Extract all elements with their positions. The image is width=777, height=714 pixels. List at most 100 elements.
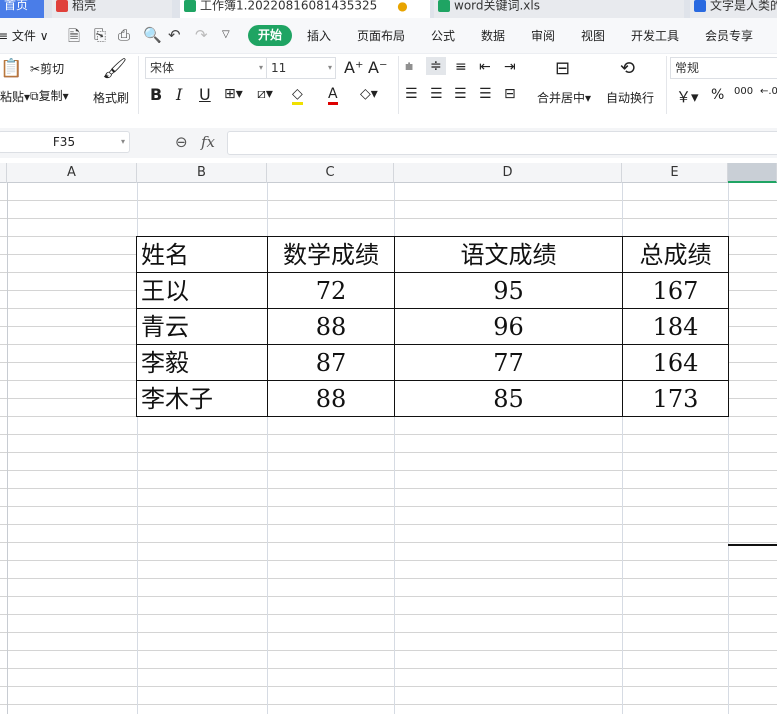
table-row: 青云 88 96 184 xyxy=(136,308,729,345)
save-icon[interactable]: 🗎 xyxy=(68,26,80,51)
cell-total[interactable]: 164 xyxy=(622,344,729,381)
cut-button[interactable]: ✂剪切 xyxy=(30,60,64,77)
redo-icon[interactable]: ↷ xyxy=(195,26,208,44)
chevron-down-icon: ▾ xyxy=(120,137,125,146)
align-right-icon[interactable]: ☰ xyxy=(454,86,467,102)
font-value: 宋体 xyxy=(150,61,175,75)
merge-icon[interactable]: ⊟ xyxy=(555,58,570,79)
format-painter-icon[interactable]: 🖌 xyxy=(102,56,127,80)
name-box[interactable]: F35 ▾ xyxy=(0,131,130,153)
column-header-e[interactable]: E xyxy=(622,163,728,183)
cell-math[interactable]: 87 xyxy=(267,344,395,381)
number-format-select[interactable]: 常规 xyxy=(670,57,777,79)
chevron-down-icon: ▾ xyxy=(258,63,263,72)
cell-name[interactable]: 青云 xyxy=(136,308,268,345)
justify-icon[interactable]: ☰ xyxy=(479,86,492,102)
copy-button[interactable]: ⧉复制▾ xyxy=(30,87,69,104)
increase-font-icon[interactable]: A⁺ xyxy=(344,58,363,77)
tab-page-layout[interactable]: 页面布局 xyxy=(357,27,405,44)
cell-math[interactable]: 88 xyxy=(267,380,395,417)
align-bottom-icon[interactable]: ≡ xyxy=(455,59,467,75)
tab-review[interactable]: 审阅 xyxy=(531,27,555,44)
header-chinese[interactable]: 语文成绩 xyxy=(394,236,623,273)
bold-icon[interactable]: B xyxy=(150,85,162,104)
align-top-icon[interactable]: ⩧ xyxy=(405,59,413,75)
tab-home[interactable]: 首页 xyxy=(0,0,44,18)
cell-total[interactable]: 167 xyxy=(622,272,729,309)
cell-math[interactable]: 88 xyxy=(267,308,395,345)
file-label: 文件 xyxy=(11,29,36,43)
align-center-icon[interactable]: ☰ xyxy=(430,86,443,102)
clear-icon[interactable]: ◇▾ xyxy=(360,86,378,102)
cell-name[interactable]: 李木子 xyxy=(136,380,268,417)
borders-icon[interactable]: ⊞▾ xyxy=(224,86,243,102)
cell-style-icon[interactable]: ⧄▾ xyxy=(257,86,273,102)
tab-data[interactable]: 数据 xyxy=(481,27,505,44)
column-header-c[interactable]: C xyxy=(267,163,394,183)
docer-icon xyxy=(56,0,68,12)
paste-button[interactable]: 粘贴▾ xyxy=(0,88,30,105)
currency-button[interactable]: ￥▾ xyxy=(676,86,699,107)
tab-workbook1[interactable]: 工作簿1.20220816081435325 ● xyxy=(180,0,430,18)
underline-icon[interactable]: U xyxy=(199,85,211,104)
cell-chinese[interactable]: 85 xyxy=(394,380,623,417)
export-icon[interactable]: ⎘ xyxy=(94,26,106,44)
tab-member[interactable]: 会员专享 xyxy=(705,27,753,44)
font-color-icon[interactable]: A xyxy=(328,86,338,105)
font-size-select[interactable]: 11 ▾ xyxy=(266,57,336,79)
more-dropdown-icon[interactable]: ▽ xyxy=(222,29,230,40)
font-size-value: 11 xyxy=(271,61,287,75)
distributed-icon[interactable]: ⊟ xyxy=(504,86,516,102)
print-icon[interactable]: ⎙ xyxy=(118,26,130,44)
decrease-font-icon[interactable]: A⁻ xyxy=(368,58,387,77)
header-math[interactable]: 数学成绩 xyxy=(267,236,395,273)
wrap-icon[interactable]: ⟲ xyxy=(620,58,635,79)
align-middle-icon[interactable]: ≑ xyxy=(426,57,446,75)
format-painter-button[interactable]: 格式刷 xyxy=(93,89,129,106)
print-preview-icon[interactable]: 🔍 xyxy=(143,26,162,44)
column-header-f[interactable] xyxy=(728,163,777,183)
cell-chinese[interactable]: 95 xyxy=(394,272,623,309)
currency-icon: ￥ xyxy=(676,88,692,106)
cell-name[interactable]: 李毅 xyxy=(136,344,268,381)
zoom-icon[interactable]: ⊖ xyxy=(175,133,188,151)
header-total[interactable]: 总成绩 xyxy=(622,236,729,273)
column-header-b[interactable]: B xyxy=(137,163,267,183)
decrease-indent-icon[interactable]: ⇤ xyxy=(479,59,491,75)
select-all[interactable] xyxy=(0,163,7,183)
increase-indent-icon[interactable]: ⇥ xyxy=(504,59,516,75)
font-select[interactable]: 宋体 ▾ xyxy=(145,57,267,79)
formula-input[interactable] xyxy=(227,131,777,155)
cell-chinese[interactable]: 77 xyxy=(394,344,623,381)
wrap-text-button[interactable]: 自动换行 xyxy=(606,89,654,106)
column-header-a[interactable]: A xyxy=(7,163,137,183)
thousands-button[interactable]: 000 xyxy=(734,86,753,97)
paste-icon[interactable]: 📋 xyxy=(0,58,22,79)
tab-label: 工作簿1.20220816081435325 xyxy=(200,0,378,13)
increase-decimal-icon[interactable]: ←.0 xyxy=(760,86,777,97)
file-menu[interactable]: ≡ 文件 ∨ xyxy=(0,27,49,44)
tab-view[interactable]: 视图 xyxy=(581,27,605,44)
fill-color-icon[interactable]: ◇ xyxy=(292,86,303,105)
tab-document[interactable]: 文字是人类的 xyxy=(690,0,777,18)
tab-word-keywords[interactable]: word关键词.xls xyxy=(434,0,684,18)
cell-total[interactable]: 173 xyxy=(622,380,729,417)
tab-start[interactable]: 开始 xyxy=(248,25,292,46)
cell-chinese[interactable]: 96 xyxy=(394,308,623,345)
header-name[interactable]: 姓名 xyxy=(136,236,268,273)
column-header-d[interactable]: D xyxy=(394,163,622,183)
cell-total[interactable]: 184 xyxy=(622,308,729,345)
fx-icon[interactable]: fx xyxy=(201,133,215,151)
tab-docer[interactable]: 稻壳 xyxy=(52,0,172,18)
tab-developer[interactable]: 开发工具 xyxy=(631,27,679,44)
merge-center-button[interactable]: 合并居中▾ xyxy=(537,89,591,106)
tab-insert[interactable]: 插入 xyxy=(307,27,331,44)
cell-name[interactable]: 王以 xyxy=(136,272,268,309)
percent-button[interactable]: % xyxy=(711,87,724,103)
cell-math[interactable]: 72 xyxy=(267,272,395,309)
sheet-icon xyxy=(184,0,196,12)
align-left-icon[interactable]: ☰ xyxy=(405,86,418,102)
tab-formulas[interactable]: 公式 xyxy=(431,27,455,44)
italic-icon[interactable]: I xyxy=(176,85,182,104)
undo-icon[interactable]: ↶ xyxy=(168,26,181,44)
